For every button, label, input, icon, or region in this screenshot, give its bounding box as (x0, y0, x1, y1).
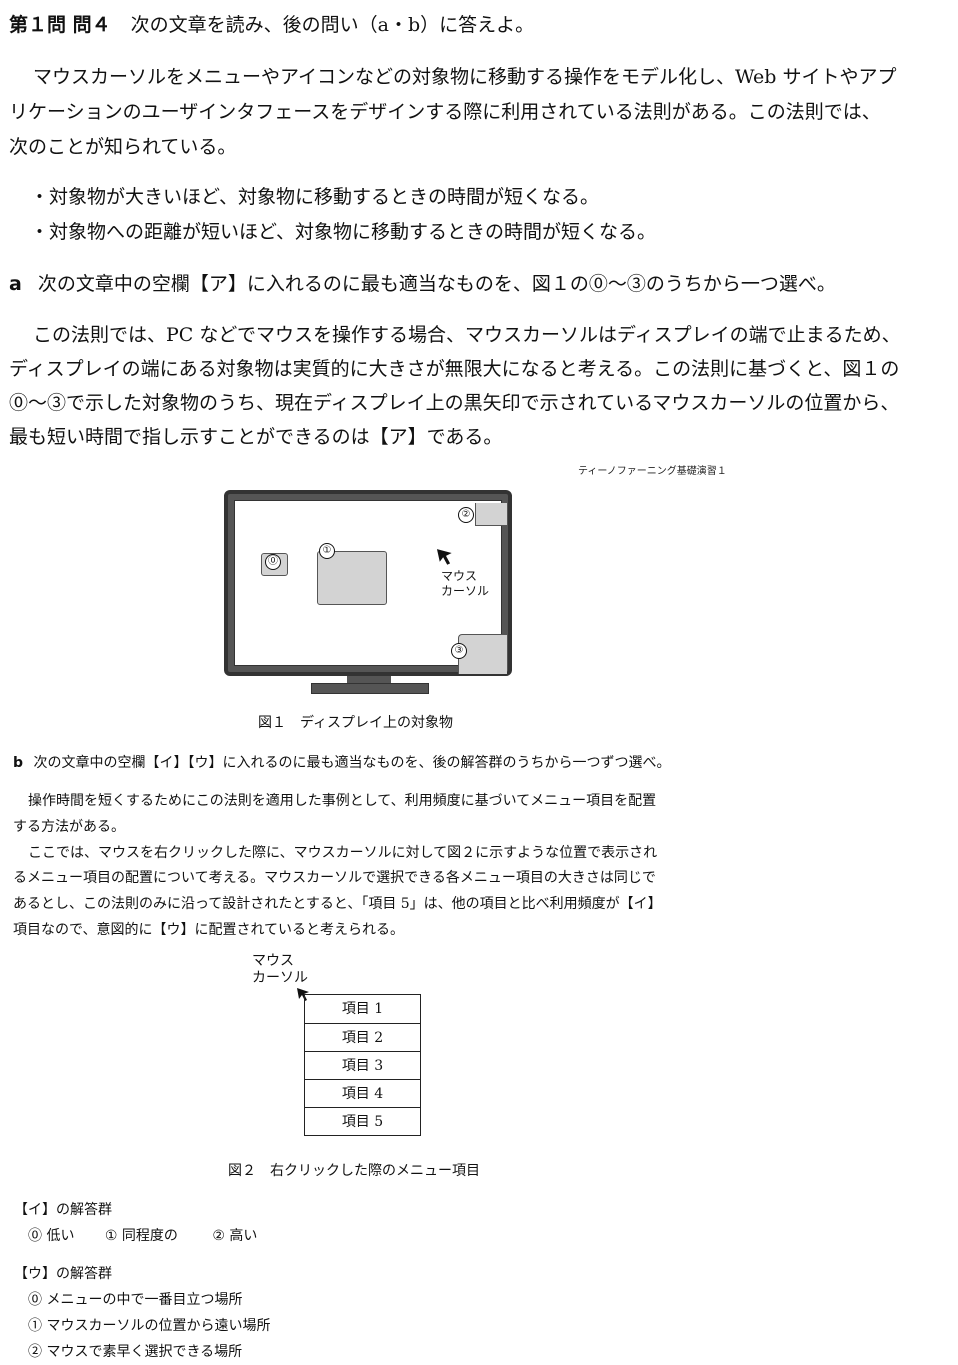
answer-u-option-1[interactable]: ① マウスカーソルの位置から遠い場所 (28, 1315, 270, 1335)
intro-line-3: 次のことが知られている。 (9, 136, 237, 158)
part-a-line-1: この法則では、PC などでマウスを操作する場合、マウスカーソルはディスプレイの端… (33, 324, 901, 346)
part-a-label: a (9, 273, 22, 295)
figure1-cursor-label-line-1: マウス (441, 569, 478, 583)
answer-u-option-2[interactable]: ② マウスで素早く選択できる場所 (28, 1341, 242, 1361)
part-b-line-1: 操作時間を短くするためにこの法則を適用した事例として、利用頻度に基づいてメニュー… (28, 793, 657, 809)
target-1 (317, 551, 387, 605)
menu-item-2[interactable]: 項目 2 (305, 1023, 420, 1051)
part-a-line-3: ⓪～③で示した対象物のうち、現在ディスプレイ上の黒矢印で示されているマウスカーソ… (9, 392, 900, 414)
context-menu: 項目 1 項目 2 項目 3 項目 4 項目 5 (304, 994, 421, 1136)
part-b-line-2: する方法がある。 (13, 819, 125, 835)
intro-line-1: マウスカーソルをメニューやアイコンなどの対象物に移動する操作をモデル化し、Web… (33, 66, 897, 88)
cursor-arrow-icon (437, 549, 452, 565)
marker-2: ② (458, 507, 474, 523)
part-b-question: b 次の文章中の空欄【イ】【ウ】に入れるのに最も適当なものを、後の解答群のうちか… (13, 752, 670, 772)
part-b-question-text: 次の文章中の空欄【イ】【ウ】に入れるのに最も適当なものを、後の解答群のうちから一… (33, 755, 671, 771)
monitor-stand-base (311, 683, 429, 694)
marker-0: ⓪ (265, 554, 281, 570)
part-a-question-text: 次の文章中の空欄【ア】に入れるのに最も適当なものを、図１の⓪～③のうちから一つ選… (37, 273, 836, 295)
answers-i-title: 【イ】の解答群 (14, 1202, 112, 1218)
figure2-cursor-label-line-1: マウス (252, 953, 294, 969)
marker-1: ① (319, 543, 335, 559)
part-b-line-3: ここでは、マウスを右クリックした際に、マウスカーソルに対して図２に示すような位置… (28, 845, 658, 861)
display-monitor: ⓪ ① ② ③ マウス カーソル (224, 490, 512, 676)
question-number: 第１問 問４ (9, 14, 111, 36)
marker-3: ③ (451, 643, 467, 659)
figure1-cursor-label-line-2: カーソル (441, 584, 490, 598)
answer-i-option-1[interactable]: ① 同程度の (105, 1228, 178, 1244)
intro-line-2: リケーションのユーザインタフェースをデザインする際に利用されている法則がある。こ… (9, 101, 881, 123)
part-a-line-4: 最も短い時間で指し示すことができるのは【ア】である。 (9, 426, 503, 448)
figure1-caption: 図１ ディスプレイ上の対象物 (258, 715, 454, 731)
answers-u-title: 【ウ】の解答群 (14, 1266, 112, 1282)
question-heading: 第１問 問４ 次の文章を読み、後の問い（a・b）に答えよ。 (9, 10, 534, 37)
menu-item-3[interactable]: 項目 3 (305, 1051, 420, 1079)
heading-instruction: 次の文章を読み、後の問い（a・b）に答えよ。 (130, 14, 535, 36)
watermark: ティーノファーニング基礎演習１ (578, 466, 727, 477)
figure2-caption: 図２ 右クリックした際のメニュー項目 (228, 1163, 480, 1179)
figure2-cursor-label-line-2: カーソル (252, 970, 308, 986)
menu-item-1[interactable]: 項目 1 (305, 995, 420, 1023)
part-b-line-6: 項目なので、意図的に【ウ】に配置されていると考えられる。 (13, 922, 405, 938)
part-b-line-5: あるとし、この法則のみに沿って設計されたとすると、「項目 5」は、他の項目と比べ… (13, 896, 662, 912)
menu-item-4[interactable]: 項目 4 (305, 1079, 420, 1107)
answer-u-option-0[interactable]: ⓪ メニューの中で一番目立つ場所 (28, 1289, 242, 1309)
figure2-cursor-label: マウス カーソル (252, 953, 308, 987)
figure1-cursor-label: マウス カーソル (441, 569, 489, 599)
bullet-size: ・対象物が大きいほど、対象物に移動するときの時間が短くなる。 (30, 186, 600, 208)
bullet-distance: ・対象物への距離が短いほど、対象物に移動するときの時間が短くなる。 (30, 221, 657, 243)
part-a-question: a 次の文章中の空欄【ア】に入れるのに最も適当なものを、図１の⓪～③のうちから一… (9, 269, 836, 296)
menu-item-5[interactable]: 項目 5 (305, 1107, 420, 1135)
part-a-line-2: ディスプレイの端にある対象物は実質的に大きさが無限大になると考える。この法則に基… (9, 358, 900, 380)
answer-i-option-2[interactable]: ② 高い (212, 1228, 257, 1244)
part-b-line-4: るメニュー項目の配置について考える。マウスカーソルで選択できる各メニュー項目の大… (13, 870, 656, 886)
target-2 (475, 503, 507, 526)
part-b-label: b (13, 755, 24, 771)
answer-i-option-0[interactable]: ⓪ 低い (28, 1228, 74, 1244)
answers-i-options: ⓪ 低い ① 同程度の ② 高い (28, 1225, 257, 1245)
display-screen: ⓪ ① ② ③ マウス カーソル (234, 500, 507, 674)
